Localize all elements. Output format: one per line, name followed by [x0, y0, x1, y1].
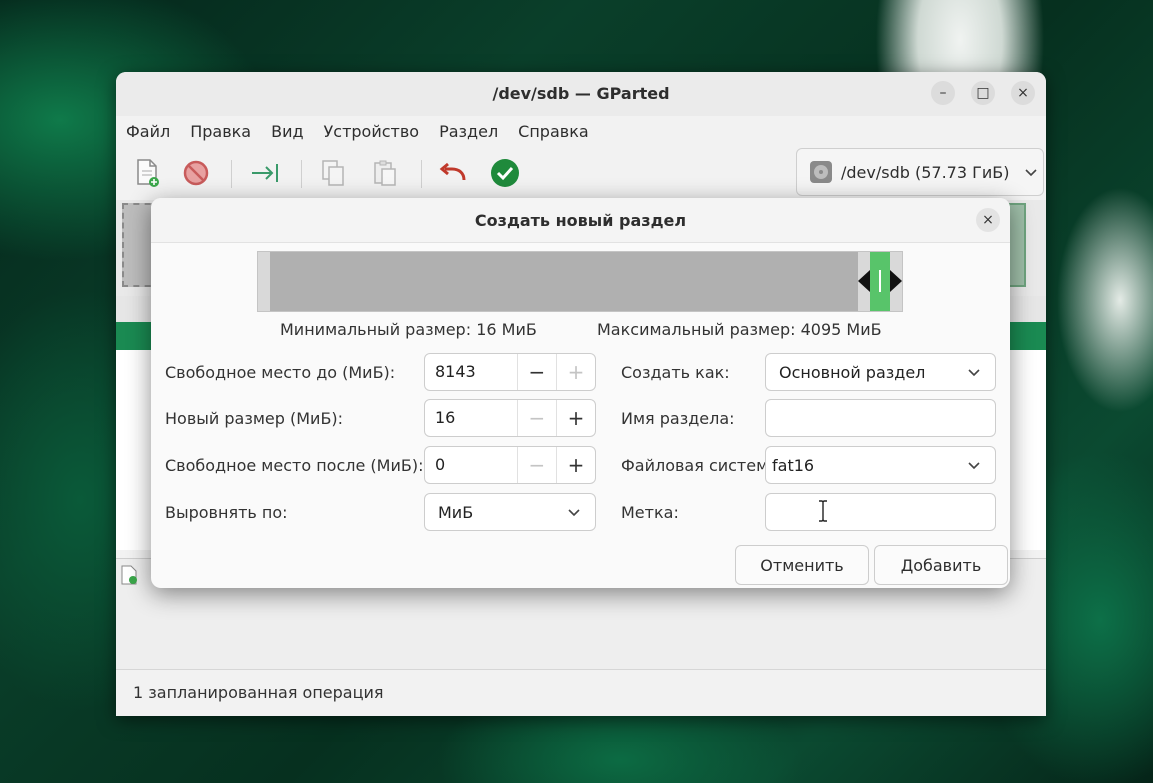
device-label: /dev/sdb (57.73 ГиБ) [841, 162, 1010, 182]
free-before-value[interactable]: 8143 [425, 354, 517, 390]
dialog-close-button[interactable]: × [976, 208, 1000, 232]
free-after-value[interactable]: 0 [425, 447, 517, 483]
fs-label-input[interactable] [765, 493, 996, 531]
menu-device[interactable]: Устройство [324, 122, 420, 141]
filesystem-dropdown[interactable]: fat16 [765, 446, 996, 484]
create-as-value: Основной раздел [779, 362, 926, 382]
menu-bar: Файл Правка Вид Устройство Раздел Справк… [116, 116, 1046, 146]
undo-icon[interactable] [436, 156, 470, 190]
copy-icon[interactable] [316, 156, 350, 190]
delete-icon[interactable] [179, 156, 213, 190]
create-as-label: Создать как: [621, 363, 730, 382]
free-after-spin: 0 − + [424, 446, 596, 484]
partition-name-input[interactable] [765, 399, 996, 437]
window-title: /dev/sdb — GParted [492, 84, 670, 103]
chevron-down-icon [567, 507, 581, 517]
min-size-label: Минимальный размер: 16 МиБ [280, 320, 537, 339]
device-selector[interactable]: /dev/sdb (57.73 ГиБ) [796, 148, 1044, 196]
new-partition-bar[interactable] [870, 252, 890, 311]
dialog-title: Создать новый раздел [474, 211, 687, 230]
fs-label-label: Метка: [621, 503, 679, 522]
minimize-button[interactable]: – [931, 81, 955, 105]
status-bar: 1 запланированная операция [116, 669, 1046, 716]
operation-icon [120, 565, 138, 585]
partition-resizer[interactable] [257, 251, 903, 312]
partition-graph-block[interactable] [1008, 203, 1026, 287]
align-label: Выровнять по: [165, 503, 288, 522]
create-partition-dialog: Создать новый раздел × Минимальный разме… [151, 198, 1010, 588]
menu-edit[interactable]: Правка [190, 122, 251, 141]
new-partition-icon[interactable] [130, 156, 164, 190]
apply-icon[interactable] [488, 156, 522, 190]
menu-partition[interactable]: Раздел [439, 122, 498, 141]
new-size-minus[interactable]: − [516, 400, 556, 436]
close-window-button[interactable]: × [1011, 81, 1035, 105]
filesystem-value: fat16 [772, 455, 815, 475]
cancel-button[interactable]: Отменить [735, 545, 869, 585]
left-resize-handle[interactable] [858, 270, 870, 292]
add-button[interactable]: Добавить [874, 545, 1008, 585]
create-as-dropdown[interactable]: Основной раздел [765, 353, 996, 391]
new-size-label: Новый размер (МиБ): [165, 409, 344, 428]
free-after-plus[interactable]: + [555, 447, 595, 483]
free-before-minus[interactable]: − [516, 354, 556, 390]
free-space-before-bar [270, 252, 858, 311]
toolbar-separator [231, 160, 232, 188]
free-before-spin: 8143 − + [424, 353, 596, 391]
free-after-minus[interactable]: − [516, 447, 556, 483]
chevron-down-icon [967, 460, 981, 470]
toolbar: /dev/sdb (57.73 ГиБ) [116, 146, 1046, 201]
right-resize-handle[interactable] [890, 270, 902, 292]
free-before-plus[interactable]: + [555, 354, 595, 390]
maximize-button[interactable]: □ [971, 81, 995, 105]
menu-file[interactable]: Файл [126, 122, 170, 141]
status-text: 1 запланированная операция [133, 683, 384, 702]
new-size-spin: 16 − + [424, 399, 596, 437]
menu-view[interactable]: Вид [271, 122, 303, 141]
toolbar-separator [421, 160, 422, 188]
paste-icon[interactable] [368, 156, 402, 190]
resize-move-icon[interactable] [248, 156, 282, 190]
free-after-label: Свободное место после (МиБ): [165, 456, 424, 475]
partition-name-label: Имя раздела: [621, 409, 735, 428]
new-size-value[interactable]: 16 [425, 400, 517, 436]
disk-icon [809, 160, 833, 184]
menu-help[interactable]: Справка [518, 122, 589, 141]
max-size-label: Максимальный размер: 4095 МиБ [597, 320, 882, 339]
free-before-label: Свободное место до (МиБ): [165, 363, 396, 382]
chevron-down-icon [967, 367, 981, 377]
title-bar: /dev/sdb — GParted – □ × [116, 72, 1046, 116]
dialog-title-bar: Создать новый раздел × [151, 198, 1010, 243]
filesystem-label: Файловая систем [621, 456, 769, 475]
chevron-down-icon [1024, 167, 1038, 177]
align-value: МиБ [438, 502, 474, 522]
text-cursor-icon [818, 500, 828, 522]
align-dropdown[interactable]: МиБ [424, 493, 596, 531]
new-size-plus[interactable]: + [555, 400, 595, 436]
toolbar-separator [301, 160, 302, 188]
